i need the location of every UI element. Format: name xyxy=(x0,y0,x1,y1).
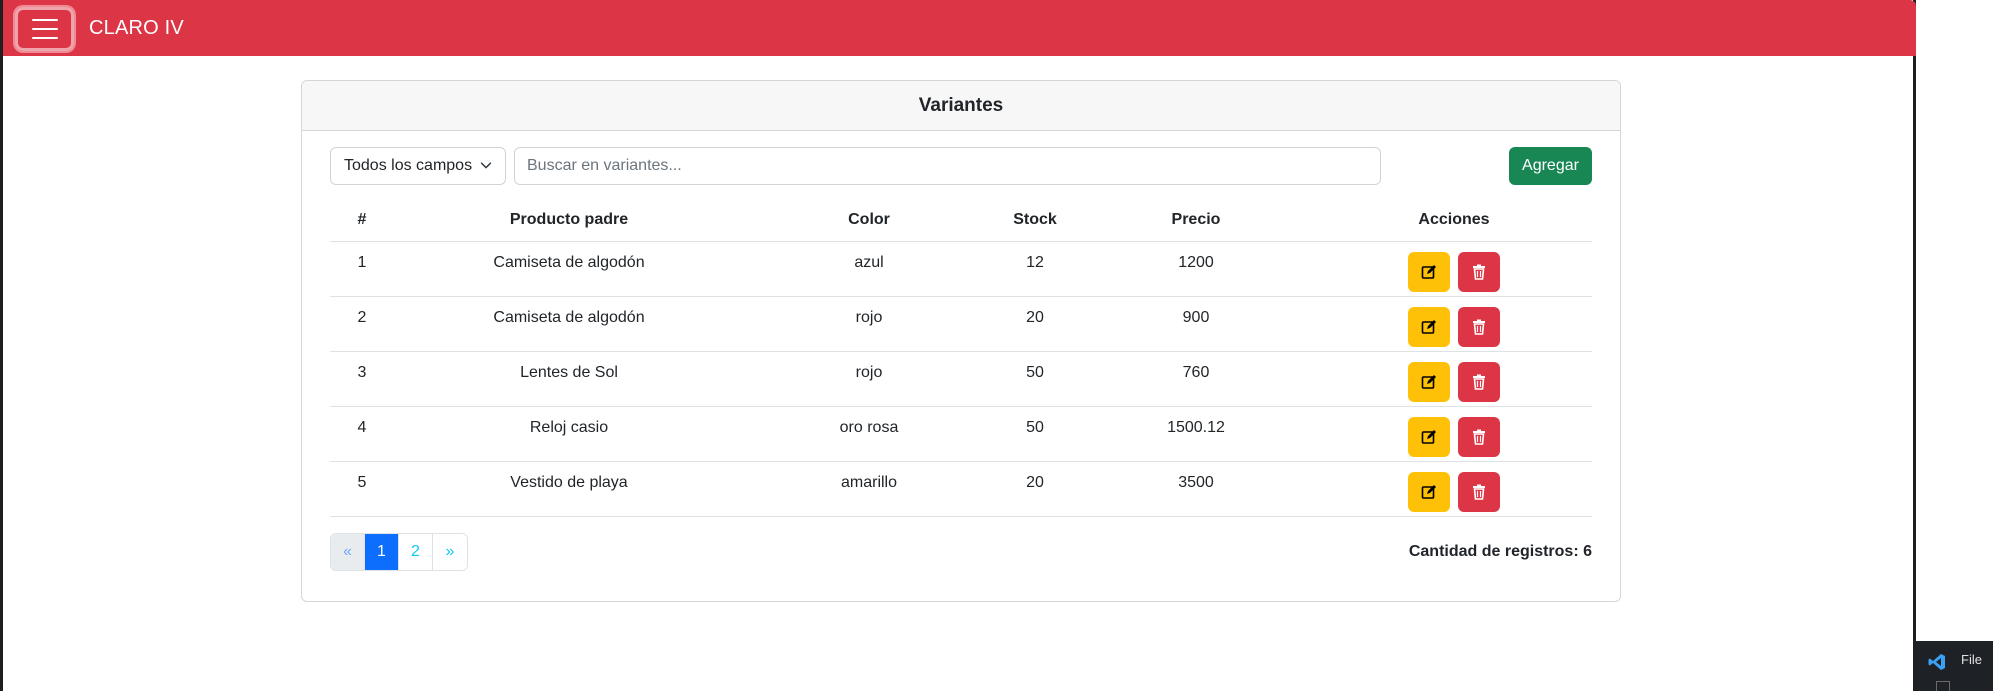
edit-button[interactable] xyxy=(1408,471,1450,512)
pagination-page-2[interactable]: 2 xyxy=(399,534,433,570)
edit-icon xyxy=(1421,374,1436,389)
cell-id: 1 xyxy=(330,241,394,297)
pagination-prev[interactable]: « xyxy=(331,534,365,570)
trash-icon xyxy=(1473,319,1485,335)
cell-price: 900 xyxy=(1076,296,1316,352)
cell-product: Reloj casio xyxy=(394,406,744,462)
taskbar-file-label[interactable]: File xyxy=(1961,652,1982,667)
taskbar-window-icon xyxy=(1936,681,1950,691)
edit-icon xyxy=(1421,484,1436,499)
table-row: 3 Lentes de Sol rojo 50 760 xyxy=(330,351,1592,407)
brand-title[interactable]: CLARO IV xyxy=(89,17,184,40)
cell-id: 3 xyxy=(330,351,394,407)
column-header-price: Precio xyxy=(1076,199,1316,242)
column-header-product: Producto padre xyxy=(394,199,744,242)
variants-table: # Producto padre Color Stock Precio Acci… xyxy=(330,199,1592,517)
cell-stock: 50 xyxy=(994,351,1076,407)
search-input[interactable] xyxy=(514,147,1381,185)
cell-id: 4 xyxy=(330,406,394,462)
edit-icon xyxy=(1421,429,1436,444)
toolbar: Todos los campos Agregar xyxy=(330,147,1592,185)
trash-icon xyxy=(1473,264,1485,280)
add-button[interactable]: Agregar xyxy=(1509,147,1592,185)
cell-color: oro rosa xyxy=(744,406,994,462)
cell-color: amarillo xyxy=(744,461,994,517)
cell-color: rojo xyxy=(744,296,994,352)
card-header: Variantes xyxy=(302,81,1620,131)
pagination-page-1[interactable]: 1 xyxy=(365,534,399,570)
top-navbar: CLARO IV xyxy=(3,0,1916,56)
edit-button[interactable] xyxy=(1408,251,1450,292)
column-header-stock: Stock xyxy=(994,199,1076,242)
cell-product: Camiseta de algodón xyxy=(394,296,744,352)
column-header-color: Color xyxy=(744,199,994,242)
record-count: Cantidad de registros: 6 xyxy=(1408,543,1592,560)
edit-button[interactable] xyxy=(1408,361,1450,402)
cell-price: 1200 xyxy=(1076,241,1316,297)
edit-icon xyxy=(1421,264,1436,279)
cell-actions xyxy=(1316,351,1592,407)
pagination-next[interactable]: » xyxy=(433,534,467,570)
cell-stock: 20 xyxy=(994,296,1076,352)
cell-stock: 12 xyxy=(994,241,1076,297)
delete-button[interactable] xyxy=(1458,361,1500,402)
menu-toggle-button[interactable] xyxy=(15,7,74,51)
cell-color: azul xyxy=(744,241,994,297)
table-row: 5 Vestido de playa amarillo 20 3500 xyxy=(330,461,1592,517)
cell-product: Vestido de playa xyxy=(394,461,744,517)
variants-card: Variantes Todos los campos Agregar # Pro… xyxy=(301,80,1621,602)
cell-actions xyxy=(1316,241,1592,297)
table-row: 2 Camiseta de algodón rojo 20 900 xyxy=(330,296,1592,352)
edit-icon xyxy=(1421,319,1436,334)
table-header-row: # Producto padre Color Stock Precio Acci… xyxy=(330,199,1592,242)
cell-price: 3500 xyxy=(1076,461,1316,517)
cell-price: 1500.12 xyxy=(1076,406,1316,462)
browser-window: CLARO IV Variantes Todos los campos Agre… xyxy=(0,0,1916,691)
cell-actions xyxy=(1316,406,1592,462)
cell-actions xyxy=(1316,461,1592,517)
pagination: « 1 2 » xyxy=(330,533,468,571)
table-row: 1 Camiseta de algodón azul 12 1200 xyxy=(330,241,1592,297)
cell-stock: 20 xyxy=(994,461,1076,517)
delete-button[interactable] xyxy=(1458,306,1500,347)
column-header-number: # xyxy=(330,199,394,242)
trash-icon xyxy=(1473,484,1485,500)
taskbar-fragment: File xyxy=(1916,641,1993,691)
field-filter-select[interactable]: Todos los campos xyxy=(330,147,506,185)
card-title: Variantes xyxy=(918,94,1004,116)
trash-icon xyxy=(1473,429,1485,445)
delete-button[interactable] xyxy=(1458,251,1500,292)
hamburger-icon xyxy=(31,19,58,39)
cell-id: 5 xyxy=(330,461,394,517)
trash-icon xyxy=(1473,374,1485,390)
cell-id: 2 xyxy=(330,296,394,352)
table-row: 4 Reloj casio oro rosa 50 1500.12 xyxy=(330,406,1592,462)
chevron-down-icon xyxy=(480,162,492,169)
vscode-icon[interactable] xyxy=(1927,652,1947,672)
cell-product: Lentes de Sol xyxy=(394,351,744,407)
delete-button[interactable] xyxy=(1458,416,1500,457)
edit-button[interactable] xyxy=(1408,416,1450,457)
edit-button[interactable] xyxy=(1408,306,1450,347)
cell-stock: 50 xyxy=(994,406,1076,462)
cell-color: rojo xyxy=(744,351,994,407)
cell-actions xyxy=(1316,296,1592,352)
delete-button[interactable] xyxy=(1458,471,1500,512)
cell-price: 760 xyxy=(1076,351,1316,407)
field-filter-value: Todos los campos xyxy=(344,157,473,174)
column-header-actions: Acciones xyxy=(1316,199,1592,242)
cell-product: Camiseta de algodón xyxy=(394,241,744,297)
